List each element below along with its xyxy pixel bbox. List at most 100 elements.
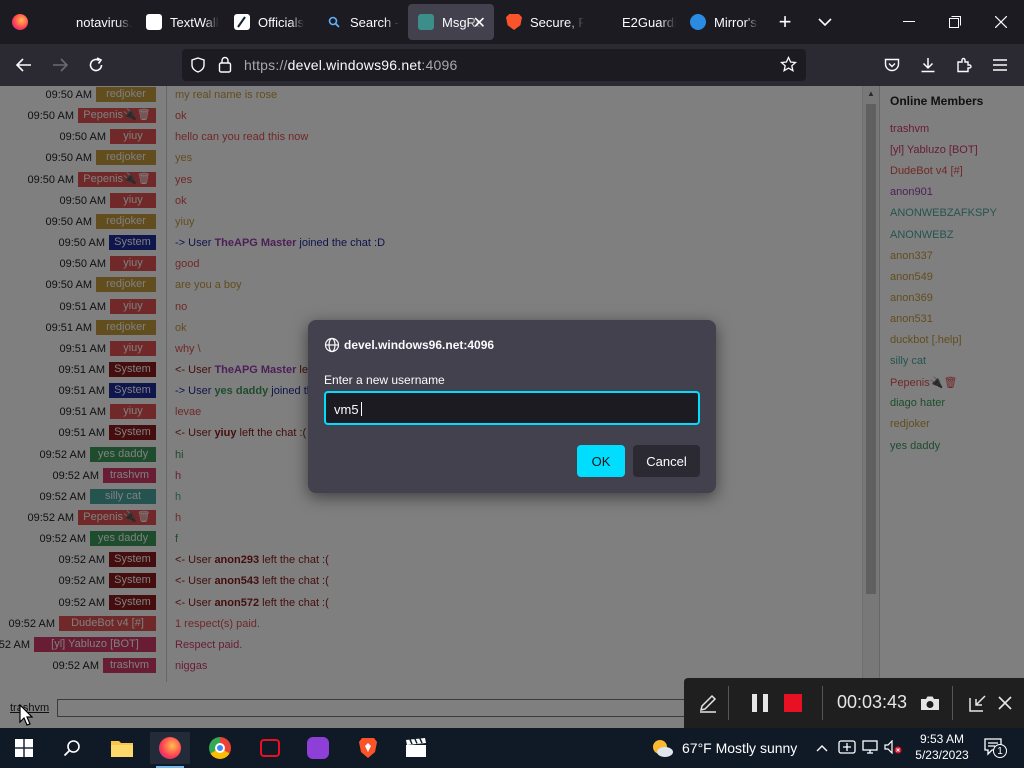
app-menu-button[interactable] [988,53,1012,77]
brave-icon [506,14,522,30]
close-icon [998,696,1012,710]
page-icon [598,14,614,30]
pause-icon [752,694,768,712]
taskbar-chrome[interactable] [200,732,240,764]
url-host: devel.windows96.net [287,57,422,73]
close-tab-icon[interactable]: ✕ [473,13,486,33]
browser-tab-title: notavirus.com [76,14,132,30]
ok-button[interactable]: OK [577,445,625,477]
pocket-icon [884,58,900,71]
taskbar-video-editor[interactable] [396,732,436,764]
video-camera-icon [260,739,280,757]
search-icon [326,14,342,30]
browser-tab[interactable]: notavirus.com [42,4,132,40]
dialog-origin: devel.windows96.net:4096 [344,338,495,352]
url-text: https://devel.windows96.net:4096 [244,57,457,73]
weather-sunny-icon [653,740,673,757]
windows-taskbar: 67°F Mostly sunny 9:53 AM 5/23/2023 1 [0,728,1024,768]
taskbar-file-explorer[interactable] [102,732,142,764]
security-icon[interactable] [838,740,856,757]
search-button[interactable] [52,732,92,764]
recording-timer: 00:03:43 [837,692,908,712]
browser-tab[interactable]: Search - [316,4,404,40]
notification-count-badge: 1 [993,744,1007,758]
screenshot-button[interactable] [920,691,940,715]
pen-icon [699,694,717,713]
dialog-prompt-text: Enter a new username [324,373,445,387]
forward-button[interactable] [48,53,72,77]
msgroom-icon [418,14,434,30]
officials-icon [234,14,250,30]
address-bar[interactable]: https://devel.windows96.net:4096 [182,49,806,81]
restore-icon [949,16,961,28]
browser-tab-title: Search - [350,14,400,30]
brave-icon [359,738,377,758]
browser-tab-title: Mirror's Edge [714,14,758,30]
firefox-icon [12,14,28,30]
browser-tab-title: TextWall [170,14,219,30]
chevron-down-icon [818,18,832,27]
browser-tab[interactable]: Secure, F [496,4,584,40]
arrow-left-icon [16,58,31,72]
browser-tab[interactable]: TextWall [136,4,220,40]
start-button[interactable] [4,732,44,764]
pause-recording-button[interactable] [750,691,770,715]
reload-button[interactable] [84,53,108,77]
taskbar-recorder-app[interactable] [250,732,290,764]
recorder-separator [822,686,823,720]
downloads-button[interactable] [916,53,940,77]
browser-nav-bar: https://devel.windows96.net:4096 [0,44,1024,86]
reload-icon [89,57,103,72]
url-port: :4096 [421,57,458,73]
volume-muted-icon[interactable] [884,739,902,757]
username-prompt-dialog: devel.windows96.net:4096 Enter a new use… [308,320,716,493]
firefox-icon [159,737,181,759]
browser-tab[interactable]: E2Guardian - [588,4,676,40]
restore-button[interactable] [932,0,978,44]
browser-tab[interactable]: MsgRoom✕ [408,4,494,40]
weather-widget[interactable]: 67°F Mostly sunny [682,740,797,756]
browser-tab[interactable]: Mirror's Edge [680,4,758,40]
folder-icon [111,741,133,757]
back-button[interactable] [12,53,36,77]
firefox-menu[interactable] [2,4,40,40]
globe-icon [324,337,340,353]
mouse-cursor-icon [19,704,33,726]
textwall-icon [146,14,162,30]
browser-tab[interactable]: Officials [224,4,312,40]
close-window-button[interactable] [978,0,1024,44]
camera-icon [921,696,939,710]
taskbar-app-purple[interactable] [298,732,338,764]
puzzle-icon [957,57,972,73]
taskbar-brave[interactable] [348,732,388,764]
network-icon[interactable] [862,740,880,757]
star-icon[interactable] [780,56,797,73]
system-clock[interactable]: 9:53 AM 5/23/2023 [912,731,972,763]
list-all-tabs-button[interactable] [802,0,848,44]
text-caret [360,402,362,416]
pocket-button[interactable] [880,53,904,77]
search-icon [63,740,80,757]
browser-tab-bar: notavirus.com TextWall Officials Search - Ms… [0,0,1024,44]
extensions-button[interactable] [952,53,976,77]
username-input[interactable]: vm5 [324,391,700,425]
notification-center-button[interactable]: 1 [984,738,1007,759]
collapse-recorder-button[interactable] [968,691,988,715]
recorder-separator [952,686,953,720]
taskbar-firefox[interactable] [150,732,190,768]
cancel-button[interactable]: Cancel [633,445,700,477]
browser-tab-title: E2Guardian - [622,14,676,30]
annotate-button[interactable] [696,691,720,715]
close-recorder-button[interactable] [996,691,1014,715]
clapperboard-icon [406,738,426,757]
minimize-button[interactable] [886,0,932,44]
chrome-icon [209,737,231,759]
show-hidden-icons-chevron-up-icon[interactable] [816,740,828,755]
game-controller-icon [307,737,329,759]
download-icon [921,58,935,73]
username-input-value: vm5 [334,402,359,417]
screen-recorder-widget: 00:03:43 [684,678,1024,728]
stop-recording-button[interactable] [784,691,802,715]
stop-icon [784,694,802,712]
page-icon [52,14,68,30]
